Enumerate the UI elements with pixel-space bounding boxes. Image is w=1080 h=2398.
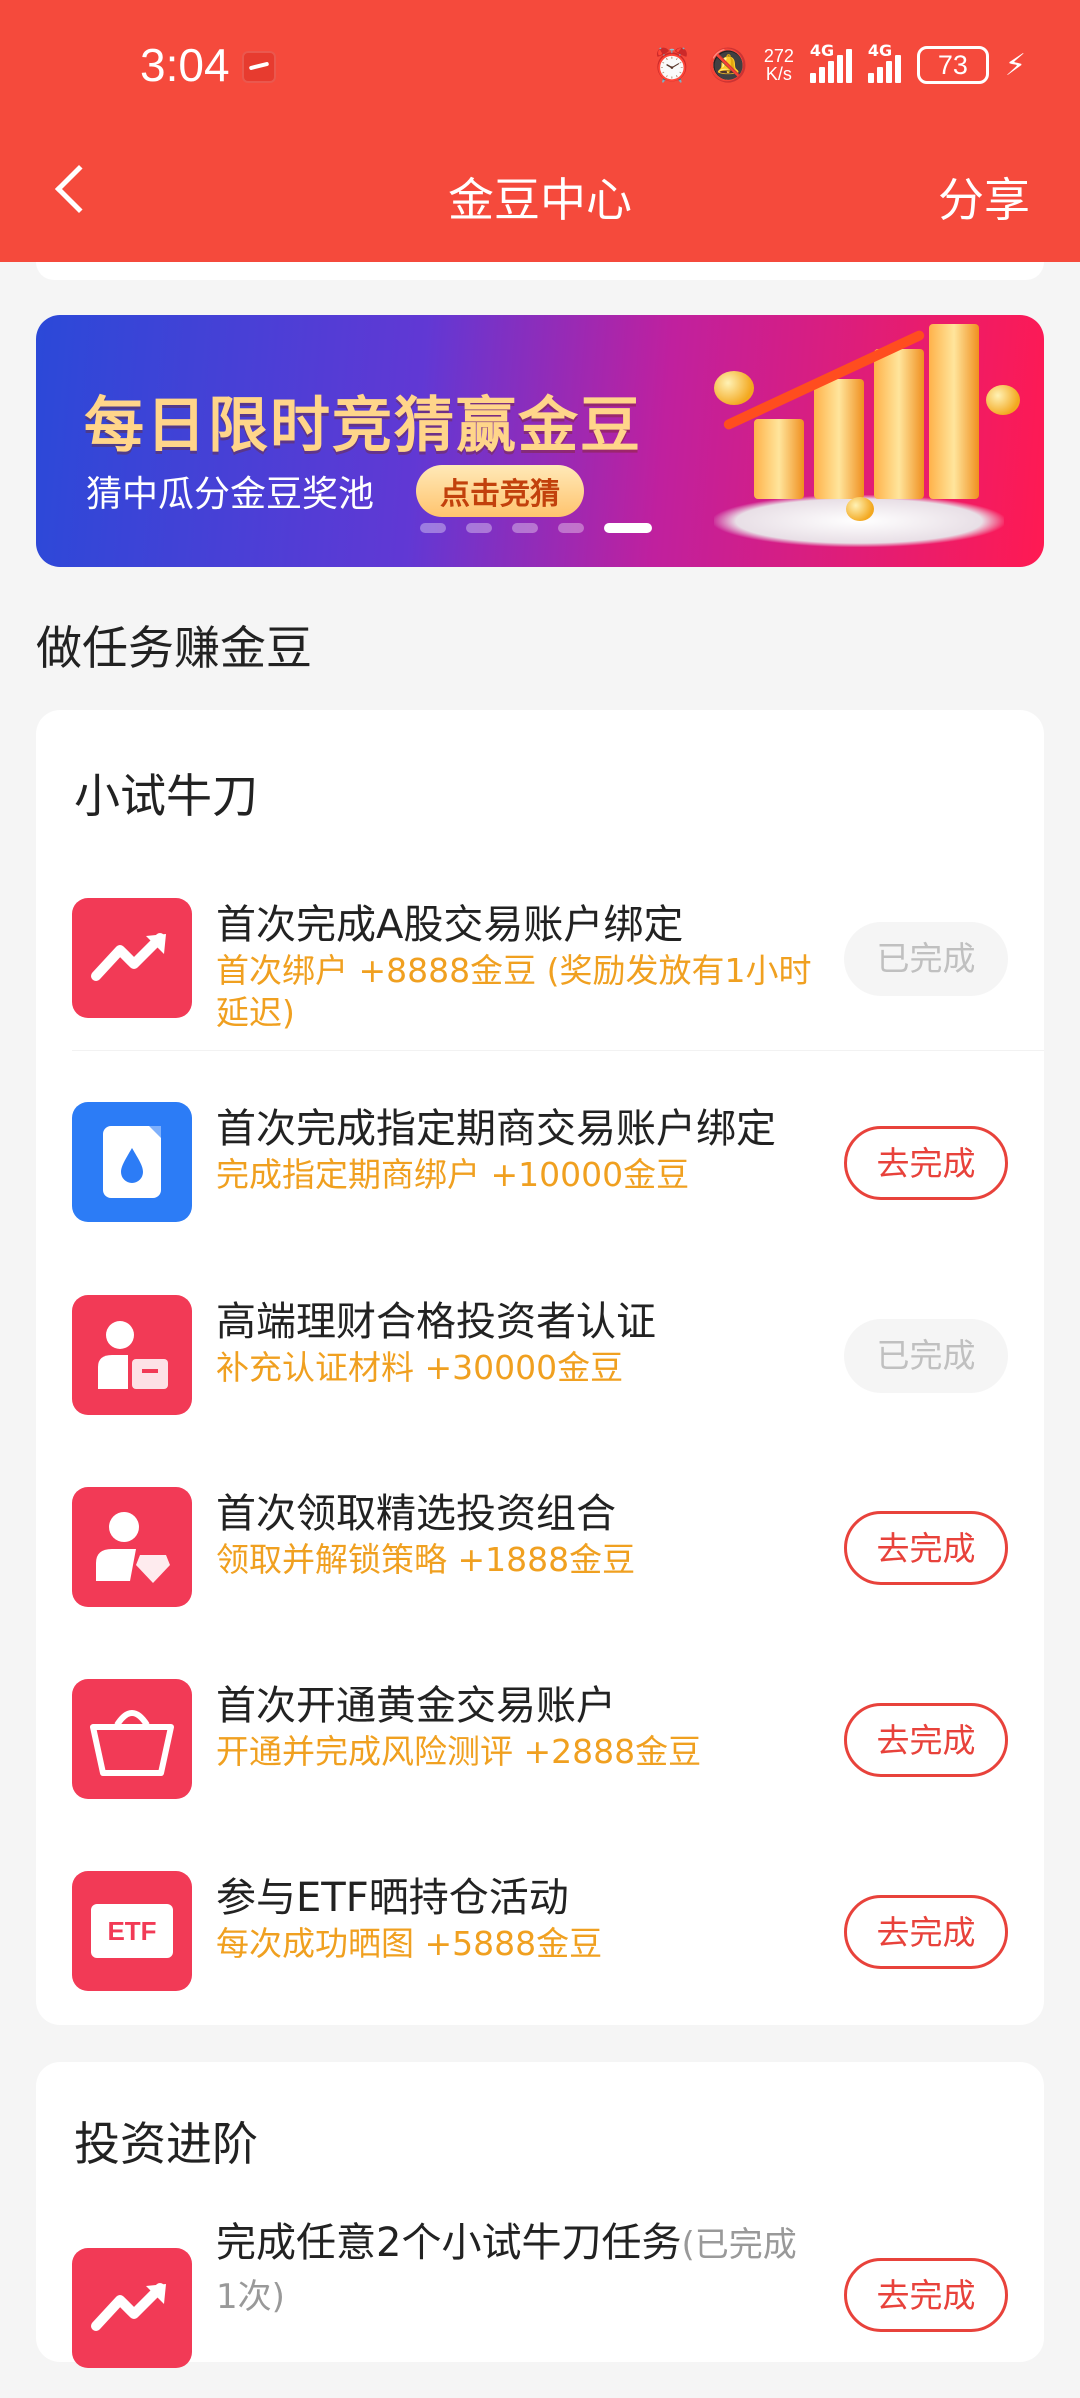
carousel-dot [558,523,584,533]
top-header: 3:04 ⏰ 🔕 272 K/s 4G 4G 73 ⚡ 金豆中心 分享 [0,0,1080,262]
nav-bar: 金豆中心 分享 [0,150,1080,240]
banner-title: 每日限时竞猜赢金豆 [84,391,642,461]
task-name: 高端理财合格投资者认证 [216,1299,656,1345]
gold-bar [874,349,924,499]
card-title: 小试牛刀 [74,769,258,823]
signal-bar [836,55,843,83]
task-card-beginner: 小试牛刀 首次完成A股交易账户绑定 首次绑户 +8888金豆 (奖励发放有1小时… [36,710,1044,2025]
collapsed-card-edge [36,262,1044,280]
signal-bar [885,61,892,83]
alarm-icon: ⏰ [652,46,693,84]
banner-subtitle: 猜中瓜分金豆奖池 [86,474,375,515]
task-name: 参与ETF晒持仓活动 [216,1875,569,1921]
investor-card-icon [72,1295,192,1415]
carousel-dot [512,523,538,533]
mute-bell-icon: 🔕 [708,46,748,84]
sim1-label: 4G [809,41,835,60]
promo-banner[interactable]: 每日限时竞猜赢金豆 猜中瓜分金豆奖池 点击竞猜 [36,315,1044,567]
battery-level: 73 [937,50,968,80]
task-name: 首次开通黄金交易账户 [216,1683,616,1729]
task-name: 首次领取精选投资组合 [216,1491,616,1537]
battery-icon: 73 [916,46,989,84]
task-reward: 完成指定期商绑户 +10000金豆 [216,1155,690,1194]
basket-icon [72,1679,192,1799]
user-diamond-icon [72,1487,192,1607]
task-reward: 开通并完成风险测评 +2888金豆 [216,1732,702,1771]
banner-cta-button[interactable]: 点击竞猜 [416,465,584,517]
page-title: 金豆中心 [448,173,632,227]
carousel-dot [420,523,446,533]
carousel-dot [466,523,492,533]
task-row: 首次领取精选投资组合 领取并解锁策略 +1888金豆 去完成 [36,1487,1044,1637]
app-notification-icon [242,51,276,83]
task-row: 首次完成指定期商交易账户绑定 完成指定期商绑户 +10000金豆 去完成 [36,1102,1044,1252]
signal-bar [809,73,816,83]
task-name: 首次完成指定期商交易账户绑定 [216,1106,776,1152]
task-reward: 补充认证材料 +30000金豆 [216,1348,624,1387]
completed-button: 已完成 [844,1319,1008,1393]
network-speed-value: 272 [763,46,794,66]
status-time: 3:04 [140,39,230,91]
divider [72,1050,1044,1051]
gold-bar [814,379,864,499]
task-row: 首次完成A股交易账户绑定 首次绑户 +8888金豆 (奖励发放有1小时延迟) 已… [36,898,1044,1048]
task-reward: 首次绑户 +8888金豆 (奖励发放有1小时延迟) [216,951,812,1032]
carousel-dot-active [604,523,652,533]
gold-bean-icon [986,385,1020,415]
gold-bar [754,419,804,499]
network-speed-unit: K/s [765,64,792,84]
status-icons: ⏰ 🔕 272 K/s 4G 4G 73 ⚡ [652,40,1026,90]
task-row: 高端理财合格投资者认证 补充认证材料 +30000金豆 已完成 [36,1295,1044,1445]
section-title: 做任务赚金豆 [36,621,312,675]
trend-icon [72,898,192,1018]
network-speed: 272 K/s [764,47,794,83]
etf-icon: ETF [72,1871,192,1991]
task-row: ETF 参与ETF晒持仓活动 每次成功晒图 +5888金豆 去完成 [36,1871,1044,2021]
go-complete-button[interactable]: 去完成 [844,1126,1008,1200]
task-row: 完成任意2个小试牛刀任务(已完成1次) 去完成 [36,2220,1044,2398]
card-title: 投资进阶 [74,2117,258,2171]
task-name-text: 完成任意2个小试牛刀任务 [216,2220,682,2266]
signal-bar [894,55,901,83]
share-button[interactable]: 分享 [938,164,1030,230]
status-bar: 3:04 ⏰ 🔕 272 K/s 4G 4G 73 ⚡ [0,28,1080,98]
signal-bar [827,61,834,83]
signal-bar [845,49,852,83]
go-complete-button[interactable]: 去完成 [844,2258,1008,2332]
go-complete-button[interactable]: 去完成 [844,1511,1008,1585]
signal-sim2-icon: 4G [867,41,901,83]
go-complete-button[interactable]: 去完成 [844,1895,1008,1969]
carousel-indicator [420,523,652,533]
task-row: 首次开通黄金交易账户 开通并完成风险测评 +2888金豆 去完成 [36,1679,1044,1829]
task-card-advanced: 投资进阶 完成任意2个小试牛刀任务(已完成1次) 去完成 [36,2062,1044,2368]
gold-bean-icon [714,371,754,405]
signal-bar [867,73,874,83]
signal-sim1-icon: 4G [809,41,852,83]
trend-icon [72,2248,192,2368]
gold-bar [929,324,979,499]
task-name: 完成任意2个小试牛刀任务(已完成1次) [216,2218,816,2322]
gold-bean-icon [846,497,874,521]
sim2-label: 4G [867,41,893,60]
completed-button: 已完成 [844,922,1008,996]
etf-icon-label: ETF [91,1904,173,1958]
droplet-doc-icon [72,1102,192,1222]
charging-icon: ⚡ [1004,47,1026,83]
task-name: 首次完成A股交易账户绑定 [216,902,684,948]
signal-bar [818,67,825,83]
task-reward: 每次成功晒图 +5888金豆 [216,1924,603,1963]
task-reward: 领取并解锁策略 +1888金豆 [216,1540,636,1579]
go-complete-button[interactable]: 去完成 [844,1703,1008,1777]
signal-bar [876,67,883,83]
